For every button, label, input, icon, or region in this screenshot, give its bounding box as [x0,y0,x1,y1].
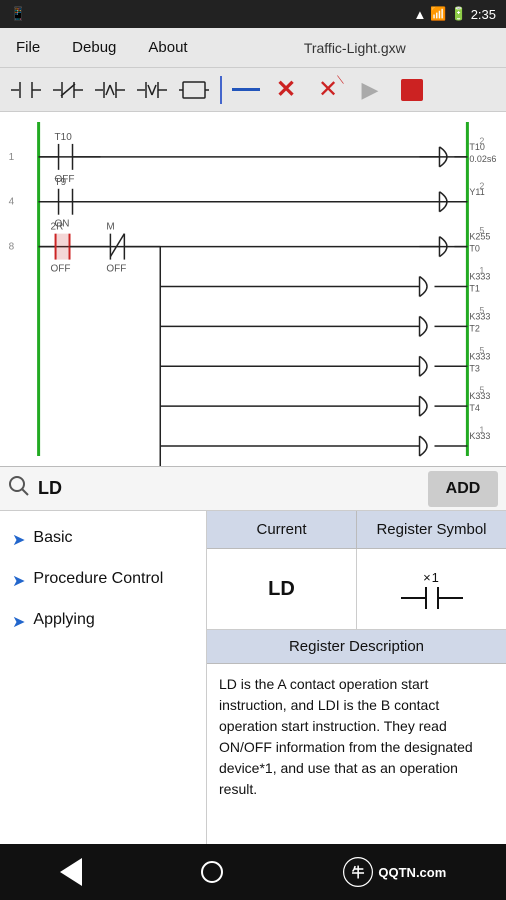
symbol-line-left [401,597,425,599]
current-value: LD [268,578,295,601]
nav-item-applying[interactable]: ➤ Applying [0,601,206,642]
svg-text:T3: T3 [469,363,479,373]
debug-menu[interactable]: Debug [56,28,132,67]
bottom-panel: ➤ Basic ➤ Procedure Control ➤ Applying C… [0,511,506,868]
ladder-area: T10 OFF T10 0.02s6 2 T9 ON Y11 2 2R [0,112,506,467]
svg-text:4: 4 [9,197,15,208]
back-icon [60,858,82,886]
battery-icon: 🔋 [451,6,467,22]
svg-text:8: 8 [9,242,15,253]
svg-text:T2: T2 [469,323,479,333]
add-button[interactable]: ADD [428,471,498,507]
symbol-line-right [439,597,463,599]
search-bar: ADD [0,467,506,511]
toolbar-line[interactable] [232,88,260,91]
sim-icon: 📱 [10,6,26,22]
right-detail: Current Register Symbol LD ×1 [207,511,506,868]
status-bar: 📱 ▲ 📶 🔋 2:35 [0,0,506,28]
svg-text:5: 5 [479,305,484,315]
about-menu[interactable]: About [132,28,203,67]
file-title: Traffic-Light.gxw [204,40,506,56]
svg-text:2: 2 [479,136,484,146]
contact-symbol [401,587,463,609]
no-contact-btn[interactable] [8,73,44,107]
svg-text:1: 1 [9,152,15,163]
status-right: ▲ 📶 🔋 2:35 [413,6,496,22]
status-left: 📱 [10,6,26,22]
svg-text:T9: T9 [55,177,67,188]
chevron-right-icon-3: ➤ [12,612,25,632]
register-description-header: Register Description [207,630,506,664]
svg-text:T10: T10 [55,132,73,143]
nav-label-applying: Applying [33,611,94,629]
nav-label-basic: Basic [33,529,72,547]
current-value-cell: LD [207,549,357,629]
run-btn[interactable]: ▶ [352,73,388,107]
back-button[interactable] [60,858,82,886]
register-symbol-column-header: Register Symbol [357,511,506,548]
svg-text:5: 5 [479,345,484,355]
chevron-right-icon: ➤ [12,530,25,550]
svg-text:0.02s6: 0.02s6 [469,154,496,164]
wifi-icon: ▲ [413,7,426,22]
svg-text:1: 1 [479,425,484,435]
symbol-x1-label: ×1 [423,570,440,585]
chevron-right-icon-2: ➤ [12,571,25,591]
toolbar: ✕ ✕ ⃥ ▶ [0,68,506,112]
svg-text:T0: T0 [469,244,479,254]
svg-text:2R: 2R [51,222,64,233]
ladder-diagram: T10 OFF T10 0.02s6 2 T9 ON Y11 2 2R [0,112,506,466]
file-menu[interactable]: File [0,28,56,67]
time-display: 2:35 [471,7,496,22]
detail-header: Current Register Symbol [207,511,506,549]
svg-text:T1: T1 [469,283,479,293]
logo-icon: 牛 [342,856,374,888]
detail-row: LD ×1 [207,549,506,630]
search-icon [8,475,30,502]
register-symbol: ×1 [401,570,463,609]
symbol-bar-left [425,587,427,609]
left-nav: ➤ Basic ➤ Procedure Control ➤ Applying [0,511,207,868]
svg-text:1: 1 [479,266,484,276]
nav-item-procedure-control[interactable]: ➤ Procedure Control [0,560,206,601]
pos-contact-btn[interactable] [92,73,128,107]
svg-text:T4: T4 [469,403,479,413]
svg-text:OFF: OFF [51,264,71,275]
home-icon [201,861,223,883]
delete-btn2[interactable]: ✕ ⃥ [310,73,346,107]
stop-btn[interactable] [394,73,430,107]
home-button[interactable] [201,861,223,883]
toolbar-divider [220,76,222,104]
nav-item-basic[interactable]: ➤ Basic [0,519,206,560]
svg-text:M: M [106,222,114,233]
search-input[interactable] [38,478,420,499]
logo-text: QQTN.com [378,865,446,880]
signal-icon: 📶 [430,6,446,22]
neg-contact-btn[interactable] [134,73,170,107]
nc-contact-btn[interactable] [50,73,86,107]
svg-text:OFF: OFF [106,264,126,275]
register-symbol-cell: ×1 [357,549,506,629]
svg-text:2: 2 [479,181,484,191]
current-column-header: Current [207,511,357,548]
function-btn[interactable] [176,73,212,107]
register-description-body: LD is the A contact operation start inst… [207,664,506,868]
bottom-nav: 牛 QQTN.com [0,844,506,900]
delete-btn1[interactable]: ✕ [268,73,304,107]
svg-text:牛: 牛 [352,865,365,880]
nav-label-procedure: Procedure Control [33,570,163,588]
menu-bar: File Debug About Traffic-Light.gxw [0,28,506,68]
svg-text:5: 5 [479,385,484,395]
svg-text:5: 5 [479,226,484,236]
logo: 牛 QQTN.com [342,856,446,888]
